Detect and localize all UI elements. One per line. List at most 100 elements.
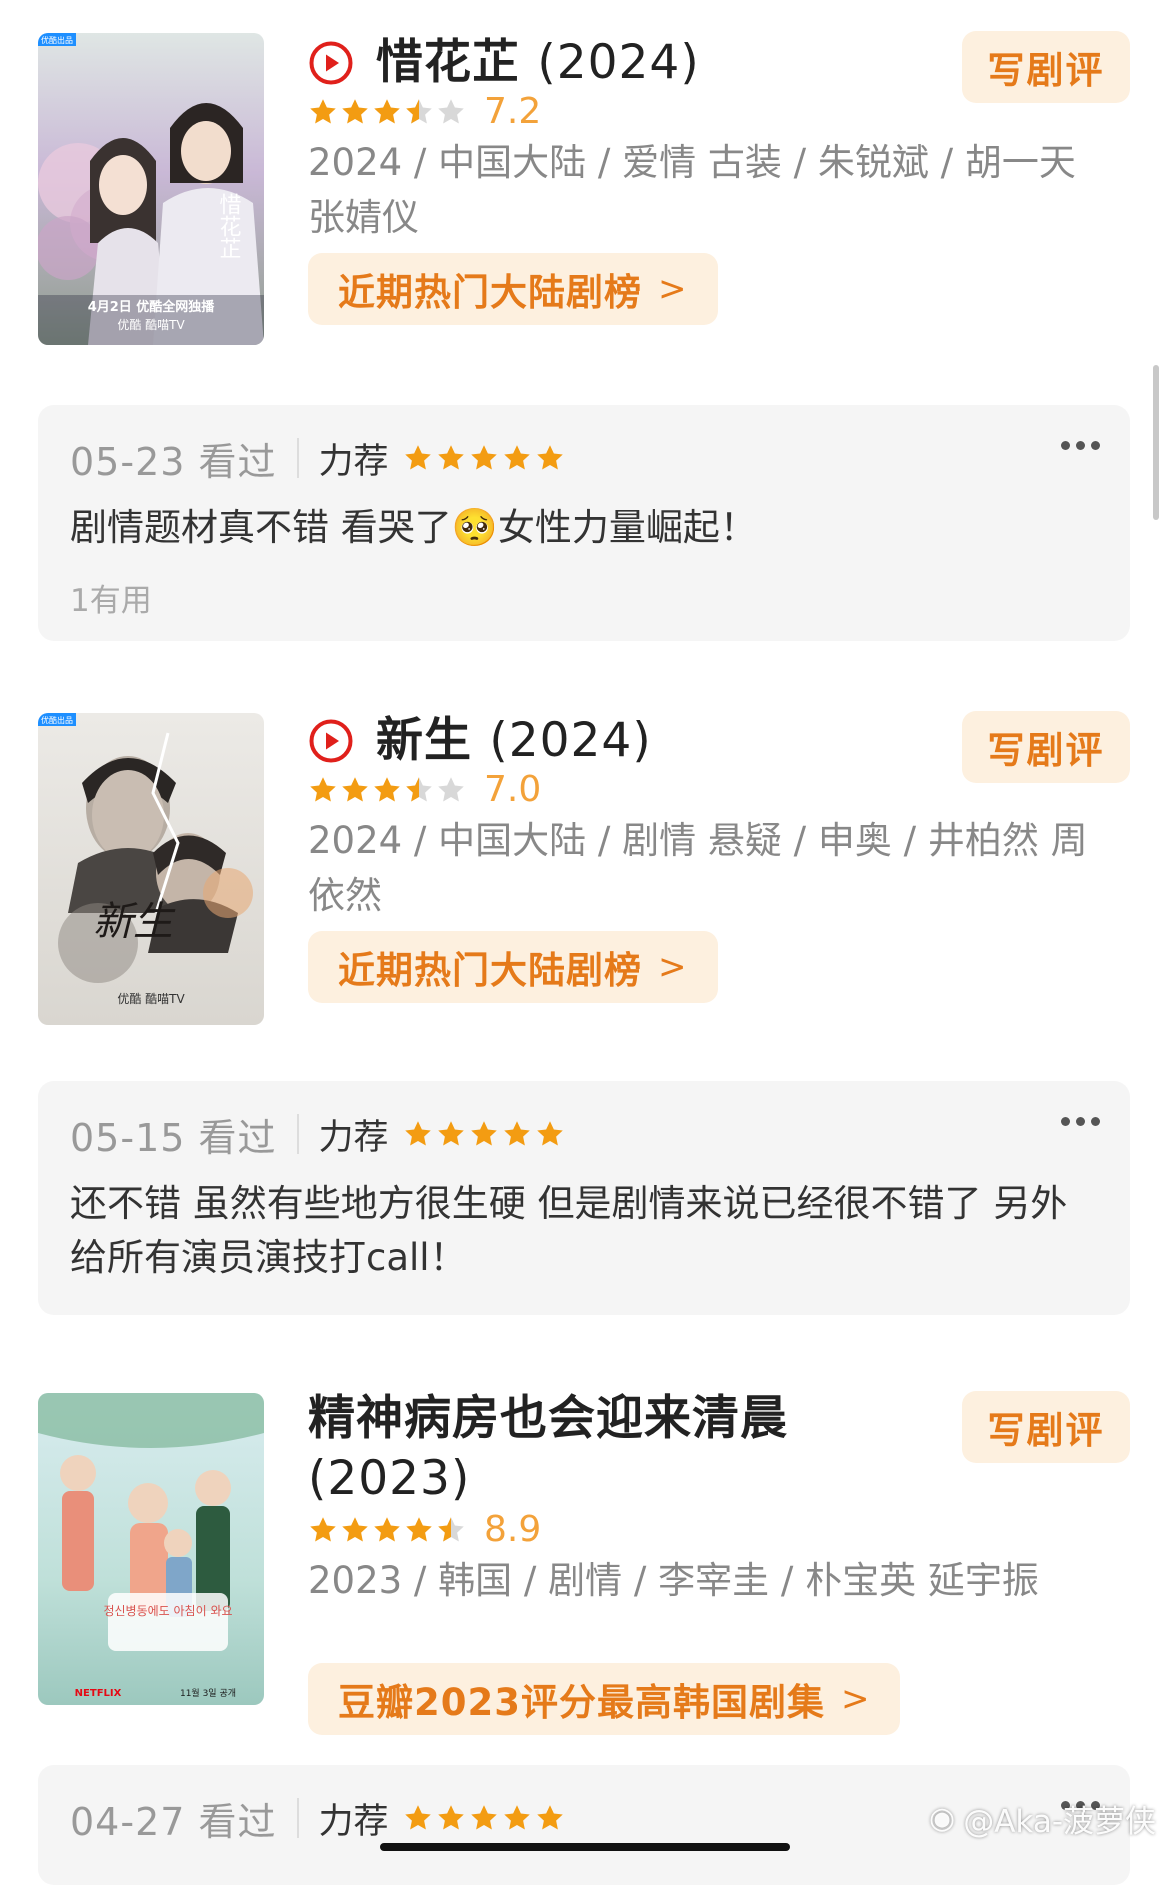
star-icon (469, 1119, 499, 1149)
write-review-button[interactable]: 写剧评 (962, 31, 1130, 103)
poster-brand: NETFLIX (75, 1688, 122, 1699)
rating-row: 7.2 (308, 91, 541, 132)
ranking-label: 豆瓣2023评分最高韩国剧集 (338, 1681, 825, 1724)
ranking-link[interactable]: 近期热门大陆剧榜 > (308, 931, 718, 1003)
star-icon (403, 1803, 433, 1833)
show-year: (2023) (308, 1451, 471, 1506)
watermark-text: @Aka-菠萝侠 (963, 1804, 1156, 1840)
more-options-icon[interactable] (1055, 1117, 1100, 1126)
star-icon (308, 1515, 338, 1545)
half-star-icon (404, 97, 434, 127)
title-row: 惜花芷 (2024) (308, 33, 948, 93)
half-star-icon (404, 775, 434, 805)
star-icon (340, 97, 370, 127)
useful-count[interactable]: 1有用 (70, 575, 152, 620)
star-icon (436, 1119, 466, 1149)
show-meta: 2024 / 中国大陆 / 剧情 悬疑 / 申奥 / 井柏然 周依然 (308, 819, 1088, 917)
star-icon (502, 443, 532, 473)
star-icon (404, 1515, 434, 1545)
show-title[interactable]: 新生 (2024) (376, 711, 652, 771)
write-review-button[interactable]: 写剧评 (962, 1391, 1130, 1463)
rating-score: 8.9 (484, 1509, 542, 1550)
poster-title-vertical: 惜花芷 (216, 193, 242, 259)
rating-score: 7.2 (484, 91, 542, 132)
ranking-link[interactable]: 豆瓣2023评分最高韩国剧集 > (308, 1663, 901, 1735)
rating-row: 7.0 (308, 769, 541, 810)
show-entry: 정신병동에도 아침이 와요 NETFLIX 11월 3일 공개 精神病房也会迎来… (0, 1391, 1170, 1885)
star-icon (372, 97, 402, 127)
poster-badge: 优酷出品 (41, 715, 73, 725)
chevron-right-icon: > (658, 269, 688, 309)
divider (296, 438, 299, 478)
empty-star-icon (436, 775, 466, 805)
watched-date: 05-15 看过 (70, 1115, 277, 1160)
poster-badge: 优酷出品 (41, 35, 73, 45)
watched-date: 05-23 看过 (70, 439, 277, 484)
rating-score: 7.0 (484, 769, 542, 810)
poster-brands: 优酷 酷喵TV (117, 318, 185, 332)
star-icon (535, 1803, 565, 1833)
poster-calligraphy: 新生 (93, 899, 176, 945)
star-icon (436, 1803, 466, 1833)
divider (296, 1114, 299, 1154)
watched-date: 04-27 看过 (70, 1799, 277, 1844)
poster-brands: 优酷 酷喵TV (117, 992, 185, 1006)
review-text: 剧情题材真不错 看哭了🥺女性力量崛起！ (70, 506, 757, 549)
rating-stars (308, 1515, 468, 1545)
review-header: 05-15 看过 力荐 (70, 1107, 568, 1161)
star-icon (535, 443, 565, 473)
play-icon[interactable] (308, 40, 354, 86)
review-text: 还不错 虽然有些地方很生硬 但是剧情来说已经很不错了 另外给所有演员演技打cal… (70, 1182, 1068, 1279)
review-header: 04-27 看过 力荐 (70, 1791, 568, 1845)
poster-release-text: 4月2日 优酷全网独播 (88, 299, 216, 315)
poster-image[interactable]: 정신병동에도 아침이 와요 NETFLIX 11월 3일 공개 (38, 1393, 264, 1705)
star-icon (340, 1515, 370, 1545)
poster-image[interactable]: 优酷出品 惜花芷 4月2日 优酷全网独播 优酷 酷喵TV (38, 33, 264, 345)
show-year: (2024) (489, 713, 652, 768)
recommend-label: 力荐 (318, 441, 389, 482)
more-options-icon[interactable] (1055, 441, 1100, 450)
weibo-icon: ◉ (929, 1801, 956, 1836)
star-icon (403, 443, 433, 473)
write-review-button[interactable]: 写剧评 (962, 711, 1130, 783)
show-title[interactable]: 惜花芷 (2024) (376, 33, 700, 93)
star-icon (502, 1119, 532, 1149)
show-year: (2024) (537, 35, 700, 90)
show-entry: 优酷出品 惜花芷 4月2日 优酷全网独播 优酷 酷喵TV 惜花芷 (2024) … (0, 31, 1170, 643)
rating-stars (308, 775, 468, 805)
ranking-label: 近期热门大陆剧榜 (338, 949, 642, 992)
review-card[interactable]: 05-15 看过 力荐 还不错 虽然有些地方很生硬 但是剧情来说已经很不错了 另… (38, 1081, 1130, 1315)
show-title-name: 精神病房也会迎来清晨 (308, 1391, 788, 1446)
divider (296, 1798, 299, 1838)
show-title-name: 新生 (376, 713, 472, 768)
show-title[interactable]: 精神病房也会迎来清晨 (2023) (308, 1389, 868, 1509)
title-row: 新生 (2024) (308, 711, 948, 771)
chevron-right-icon: > (658, 947, 688, 987)
star-icon (535, 1119, 565, 1149)
show-meta: 2024 / 中国大陆 / 爱情 古装 / 朱锐斌 / 胡一天 张婧仪 (308, 141, 1076, 239)
review-header: 05-23 看过 力荐 (70, 431, 568, 485)
review-card[interactable]: 05-23 看过 力荐 剧情题材真不错 看哭了🥺女性力量崛起！ 1有用 (38, 405, 1130, 641)
show-entry: 优酷出品 新生 优酷 酷喵TV 新生 (2024) 写剧评 7.0 2024 /… (0, 711, 1170, 1323)
scrollbar[interactable] (1153, 365, 1159, 520)
play-icon[interactable] (308, 718, 354, 764)
chevron-right-icon: > (840, 1679, 871, 1719)
watermark: ◉ @Aka-菠萝侠 (929, 1796, 1156, 1841)
home-indicator[interactable] (380, 1843, 790, 1851)
star-icon (403, 1119, 433, 1149)
show-meta: 2023 / 韩国 / 剧情 / 李宰圭 / 朴宝英 延宇振 (308, 1559, 1039, 1602)
star-icon (436, 443, 466, 473)
rating-row: 8.9 (308, 1509, 541, 1550)
rating-stars (308, 97, 468, 127)
poster-korean-title: 정신병동에도 아침이 와요 (103, 1604, 232, 1618)
star-icon (469, 443, 499, 473)
star-icon (372, 775, 402, 805)
ranking-label: 近期热门大陆剧榜 (338, 271, 642, 314)
poster-image[interactable]: 优酷出品 新生 优酷 酷喵TV (38, 713, 264, 1025)
star-icon (340, 775, 370, 805)
star-icon (372, 1515, 402, 1545)
ranking-link[interactable]: 近期热门大陆剧榜 > (308, 253, 718, 325)
recommend-label: 力荐 (318, 1801, 389, 1842)
half-star-icon (436, 1515, 466, 1545)
empty-star-icon (436, 97, 466, 127)
